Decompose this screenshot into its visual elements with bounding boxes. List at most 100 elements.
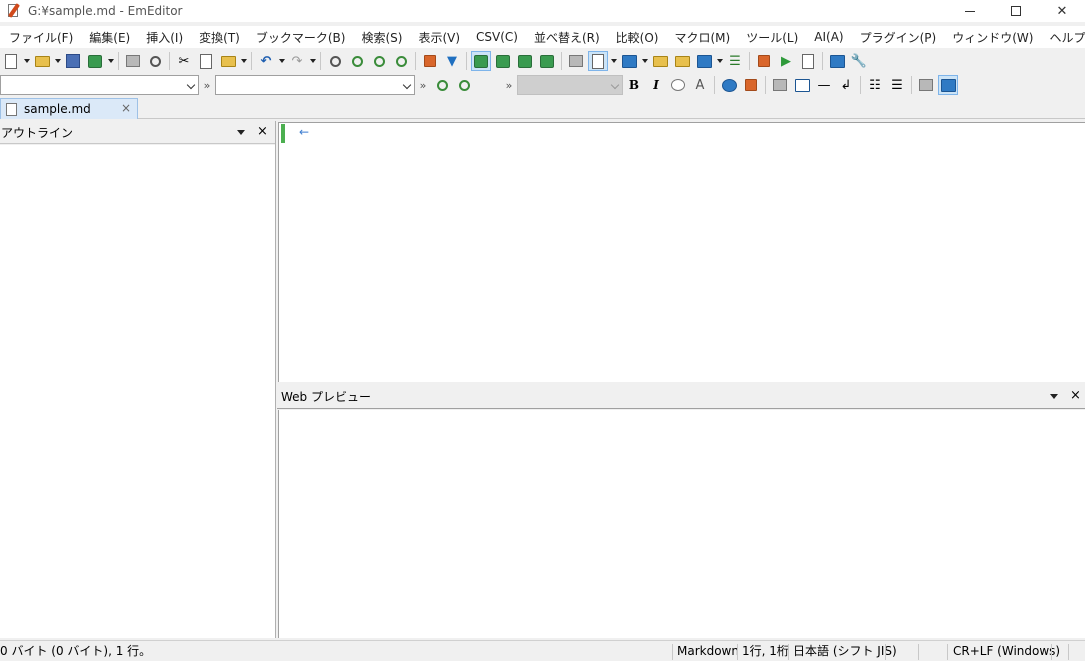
toolbar-chevron[interactable]: »	[199, 79, 215, 92]
remove-link-button[interactable]	[741, 75, 761, 95]
undo-dropdown[interactable]	[277, 51, 286, 71]
find-next-button[interactable]	[347, 51, 367, 71]
markdown-font-button[interactable]	[916, 75, 936, 95]
font-button[interactable]	[566, 51, 586, 71]
status-mode[interactable]: Markdown	[677, 641, 739, 661]
encoding-dropdown[interactable]	[640, 51, 649, 71]
print-button[interactable]	[123, 51, 143, 71]
menu-file[interactable]: ファイル(F)	[1, 29, 81, 46]
bullet-list-button[interactable]: ☰	[887, 75, 907, 95]
menu-help[interactable]: ヘルプ(H)	[1041, 29, 1085, 46]
configuration-button[interactable]	[588, 51, 608, 71]
undo-button[interactable]: ↶	[256, 51, 276, 71]
menu-compare[interactable]: 比較(O)	[608, 29, 667, 46]
encoding-button[interactable]	[619, 51, 639, 71]
web-preview-content[interactable]	[278, 410, 1085, 638]
menu-edit[interactable]: 編集(E)	[81, 29, 138, 46]
properties-button[interactable]	[650, 51, 670, 71]
web-preview-button[interactable]	[938, 75, 958, 95]
insert-link-button[interactable]	[719, 75, 739, 95]
menu-bookmark[interactable]: ブックマーク(B)	[248, 29, 354, 46]
new-file-button[interactable]	[1, 51, 21, 71]
menu-convert[interactable]: 変換(T)	[191, 29, 248, 46]
minimize-button[interactable]	[947, 0, 993, 22]
menu-ai[interactable]: AI(A)	[806, 30, 851, 44]
status-newline[interactable]: CR+LF (Windows)	[953, 641, 1060, 661]
toolbar-separator	[251, 52, 252, 70]
menu-csv[interactable]: CSV(C)	[468, 30, 526, 44]
menu-sort[interactable]: 並べ替え(R)	[526, 29, 608, 46]
configuration-dropdown[interactable]	[609, 51, 618, 71]
macro-select-button[interactable]	[798, 51, 818, 71]
web-preview-close-icon[interactable]: ×	[1070, 388, 1081, 403]
all-properties-button[interactable]	[672, 51, 692, 71]
open-file-button[interactable]	[32, 51, 52, 71]
paste-dropdown[interactable]	[239, 51, 248, 71]
redo-button[interactable]: ↷	[287, 51, 307, 71]
outline-button[interactable]: ☰	[725, 51, 745, 71]
line-break-button[interactable]: ↲	[836, 75, 856, 95]
new-document-icon	[5, 53, 17, 69]
copy-icon	[200, 53, 212, 69]
paste-button[interactable]	[218, 51, 238, 71]
filter-button[interactable]: ▼	[442, 51, 462, 71]
find-previous-button[interactable]	[369, 51, 389, 71]
reload-button[interactable]	[85, 51, 105, 71]
numbered-list-button[interactable]: ☷	[865, 75, 885, 95]
replace-button[interactable]	[391, 51, 411, 71]
bold-button[interactable]: B	[624, 75, 644, 95]
print-preview-button[interactable]	[145, 51, 165, 71]
menu-search[interactable]: 検索(S)	[353, 29, 410, 46]
search-combobox[interactable]	[215, 75, 415, 95]
horizontal-rule-button[interactable]: —	[814, 75, 834, 95]
wrap-by-window-button[interactable]	[515, 51, 535, 71]
cut-button[interactable]: ✂	[174, 51, 194, 71]
macro-run-button[interactable]: ▶	[776, 51, 796, 71]
status-cursor-position[interactable]: 1行, 1桁	[742, 641, 789, 661]
text-editor[interactable]: ←	[278, 122, 1085, 382]
save-button[interactable]	[63, 51, 83, 71]
plugins-button[interactable]	[694, 51, 714, 71]
outline-close-icon[interactable]: ×	[257, 124, 268, 139]
copy-button[interactable]	[196, 51, 216, 71]
status-encoding[interactable]: 日本語 (シフト JIS)	[793, 641, 897, 661]
find-in-files-button[interactable]	[420, 51, 440, 71]
redo-dropdown[interactable]	[308, 51, 317, 71]
italic-icon: I	[653, 78, 659, 92]
italic-button[interactable]: I	[646, 75, 666, 95]
search-prev-button[interactable]	[454, 75, 474, 95]
menu-tools[interactable]: ツール(L)	[738, 29, 806, 46]
menu-insert[interactable]: 挿入(I)	[138, 29, 191, 46]
find-combobox[interactable]	[0, 75, 199, 95]
toolbar-chevron[interactable]: »	[501, 79, 517, 92]
wrap-by-chars-button[interactable]	[493, 51, 513, 71]
macro-stop-button[interactable]	[754, 51, 774, 71]
insert-table-button[interactable]	[792, 75, 812, 95]
new-file-dropdown[interactable]	[22, 51, 31, 71]
strikethrough-button[interactable]	[668, 75, 688, 95]
menu-window[interactable]: ウィンドウ(W)	[944, 29, 1041, 46]
wrap-none-button[interactable]	[471, 51, 491, 71]
font-style-button[interactable]: A	[690, 75, 710, 95]
tab-close-icon[interactable]: ×	[121, 101, 131, 115]
find-button[interactable]	[325, 51, 345, 71]
emeditor-app-icon[interactable]	[6, 3, 22, 19]
outline-tree[interactable]	[0, 145, 275, 638]
menu-view[interactable]: 表示(V)	[410, 29, 468, 46]
search-next-button[interactable]	[432, 75, 452, 95]
insert-image-button[interactable]	[770, 75, 790, 95]
toolbar-chevron[interactable]: »	[415, 79, 431, 92]
split-window-button[interactable]	[827, 51, 847, 71]
outline-menu-dropdown-icon[interactable]	[237, 130, 245, 135]
maximize-button[interactable]	[993, 0, 1039, 22]
menu-macro[interactable]: マクロ(M)	[666, 29, 738, 46]
customize-button[interactable]: 🔧	[849, 51, 869, 71]
plugins-dropdown[interactable]	[715, 51, 724, 71]
tab-sample-md[interactable]: sample.md ×	[0, 98, 138, 119]
menu-plugins[interactable]: プラグイン(P)	[852, 29, 945, 46]
close-button[interactable]: ✕	[1039, 0, 1085, 22]
open-file-dropdown[interactable]	[53, 51, 62, 71]
reload-dropdown[interactable]	[106, 51, 115, 71]
wrap-by-page-button[interactable]	[537, 51, 557, 71]
web-preview-menu-dropdown-icon[interactable]	[1050, 394, 1058, 399]
